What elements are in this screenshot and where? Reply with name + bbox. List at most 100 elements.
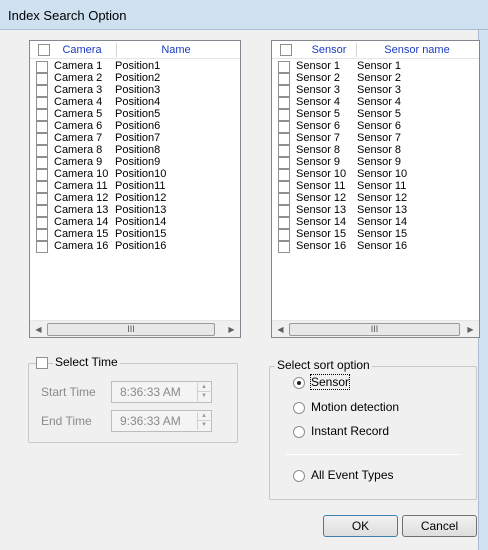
row-checkbox[interactable] <box>278 181 290 193</box>
row-id: Sensor 8 <box>296 144 341 156</box>
row-checkbox[interactable] <box>36 193 48 205</box>
row-name: Position1 <box>115 60 161 72</box>
row-checkbox[interactable] <box>278 121 290 133</box>
row-checkbox[interactable] <box>36 97 48 109</box>
row-checkbox[interactable] <box>36 157 48 169</box>
select-time-label[interactable]: Select Time <box>53 355 120 369</box>
row-checkbox[interactable] <box>36 217 48 229</box>
name-column-header[interactable]: Name <box>130 41 222 59</box>
sensor-select-all-checkbox[interactable] <box>280 44 292 56</box>
row-checkbox[interactable] <box>278 97 290 109</box>
row-checkbox[interactable] <box>278 85 290 97</box>
row-id: Camera 13 <box>54 204 109 216</box>
row-id: Camera 6 <box>54 120 103 132</box>
row-checkbox[interactable] <box>36 169 48 181</box>
row-name: Sensor 9 <box>357 156 402 168</box>
ok-button[interactable]: OK <box>323 515 398 537</box>
row-checkbox[interactable] <box>36 205 48 217</box>
start-time-value: 8:36:33 AM <box>120 385 181 399</box>
row-id: Camera 12 <box>54 192 109 204</box>
radio-instant-record[interactable] <box>293 426 305 438</box>
radio-motion-detection-label[interactable]: Motion detection <box>311 400 399 414</box>
row-checkbox[interactable] <box>36 61 48 73</box>
end-time-spinner[interactable]: ▲ ▼ <box>197 412 210 430</box>
camera-scroll-thumb[interactable]: III <box>47 323 215 336</box>
sensor-column-header[interactable]: Sensor <box>296 41 362 59</box>
radio-motion-detection[interactable] <box>293 402 305 414</box>
spin-down-icon[interactable]: ▼ <box>198 392 210 401</box>
radio-sensor[interactable] <box>293 377 305 389</box>
row-name: Position6 <box>115 120 161 132</box>
row-name: Sensor 12 <box>357 192 408 204</box>
row-checkbox[interactable] <box>278 205 290 217</box>
row-id: Sensor 12 <box>296 192 347 204</box>
row-checkbox[interactable] <box>278 169 290 181</box>
spin-down-icon[interactable]: ▼ <box>198 421 210 430</box>
title-bar[interactable]: Index Search Option <box>0 0 488 30</box>
row-checkbox[interactable] <box>278 61 290 73</box>
row-name: Sensor 3 <box>357 84 402 96</box>
start-time-field[interactable]: 8:36:33 AM ▲ ▼ <box>111 381 212 403</box>
row-checkbox[interactable] <box>278 73 290 85</box>
row-checkbox[interactable] <box>36 109 48 121</box>
end-time-field[interactable]: 9:36:33 AM ▲ ▼ <box>111 410 212 432</box>
row-id: Camera 2 <box>54 72 103 84</box>
row-id: Sensor 3 <box>296 84 341 96</box>
row-id: Sensor 11 <box>296 180 346 192</box>
row-name: Sensor 11 <box>357 180 407 192</box>
radio-all-event-types[interactable] <box>293 470 305 482</box>
radio-instant-record-label[interactable]: Instant Record <box>311 424 389 438</box>
camera-list[interactable]: Camera Name Camera 1 Position1 Camera 2 Pos… <box>29 40 241 338</box>
row-name: Sensor 6 <box>357 120 402 132</box>
row-checkbox[interactable] <box>36 85 48 97</box>
start-time-spinner[interactable]: ▲ ▼ <box>197 383 210 401</box>
spin-up-icon[interactable]: ▲ <box>198 383 210 392</box>
spin-up-icon[interactable]: ▲ <box>198 412 210 421</box>
camera-column-header[interactable]: Camera <box>52 41 112 59</box>
sensor-name-column-header[interactable]: Sensor name <box>364 41 470 59</box>
row-checkbox[interactable] <box>36 241 48 253</box>
row-id: Sensor 4 <box>296 96 341 108</box>
row-checkbox[interactable] <box>278 193 290 205</box>
window-title: Index Search Option <box>8 8 127 23</box>
radio-sensor-label[interactable]: Sensor <box>309 374 351 390</box>
row-checkbox[interactable] <box>278 229 290 241</box>
row-checkbox[interactable] <box>278 109 290 121</box>
row-id: Sensor 16 <box>296 240 347 252</box>
camera-select-all-checkbox[interactable] <box>38 44 50 56</box>
radio-all-event-types-label[interactable]: All Event Types <box>311 468 394 482</box>
row-checkbox[interactable] <box>36 121 48 133</box>
row-checkbox[interactable] <box>36 73 48 85</box>
chevron-right-icon[interactable]: ▶ <box>462 321 479 337</box>
row-name: Sensor 10 <box>357 168 408 180</box>
row-name: Sensor 5 <box>357 108 402 120</box>
camera-list-header: Camera Name <box>30 41 240 59</box>
row-checkbox[interactable] <box>36 133 48 145</box>
list-item[interactable]: Sensor 16 Sensor 16 <box>272 240 479 253</box>
sensor-list[interactable]: Sensor Sensor name Sensor 1 Sensor 1 Senso… <box>271 40 480 338</box>
sensor-horizontal-scrollbar[interactable]: ◀ III ▶ <box>272 320 479 337</box>
chevron-left-icon[interactable]: ◀ <box>30 321 47 337</box>
row-checkbox[interactable] <box>278 157 290 169</box>
row-checkbox[interactable] <box>278 133 290 145</box>
select-time-checkbox[interactable] <box>36 357 48 369</box>
row-checkbox[interactable] <box>278 145 290 157</box>
row-checkbox[interactable] <box>278 217 290 229</box>
row-id: Sensor 9 <box>296 156 341 168</box>
row-id: Camera 11 <box>54 180 108 192</box>
cancel-button[interactable]: Cancel <box>402 515 477 537</box>
row-name: Position7 <box>115 132 161 144</box>
row-checkbox[interactable] <box>36 145 48 157</box>
row-id: Camera 8 <box>54 144 103 156</box>
row-id: Camera 14 <box>54 216 109 228</box>
row-checkbox[interactable] <box>36 229 48 241</box>
list-item[interactable]: Camera 16 Position16 <box>30 240 240 253</box>
chevron-left-icon[interactable]: ◀ <box>272 321 289 337</box>
row-checkbox[interactable] <box>36 181 48 193</box>
start-time-label: Start Time <box>41 385 96 399</box>
row-checkbox[interactable] <box>278 241 290 253</box>
camera-horizontal-scrollbar[interactable]: ◀ III ▶ <box>30 320 240 337</box>
row-name: Position12 <box>115 192 167 204</box>
sensor-scroll-thumb[interactable]: III <box>289 323 460 336</box>
chevron-right-icon[interactable]: ▶ <box>223 321 240 337</box>
